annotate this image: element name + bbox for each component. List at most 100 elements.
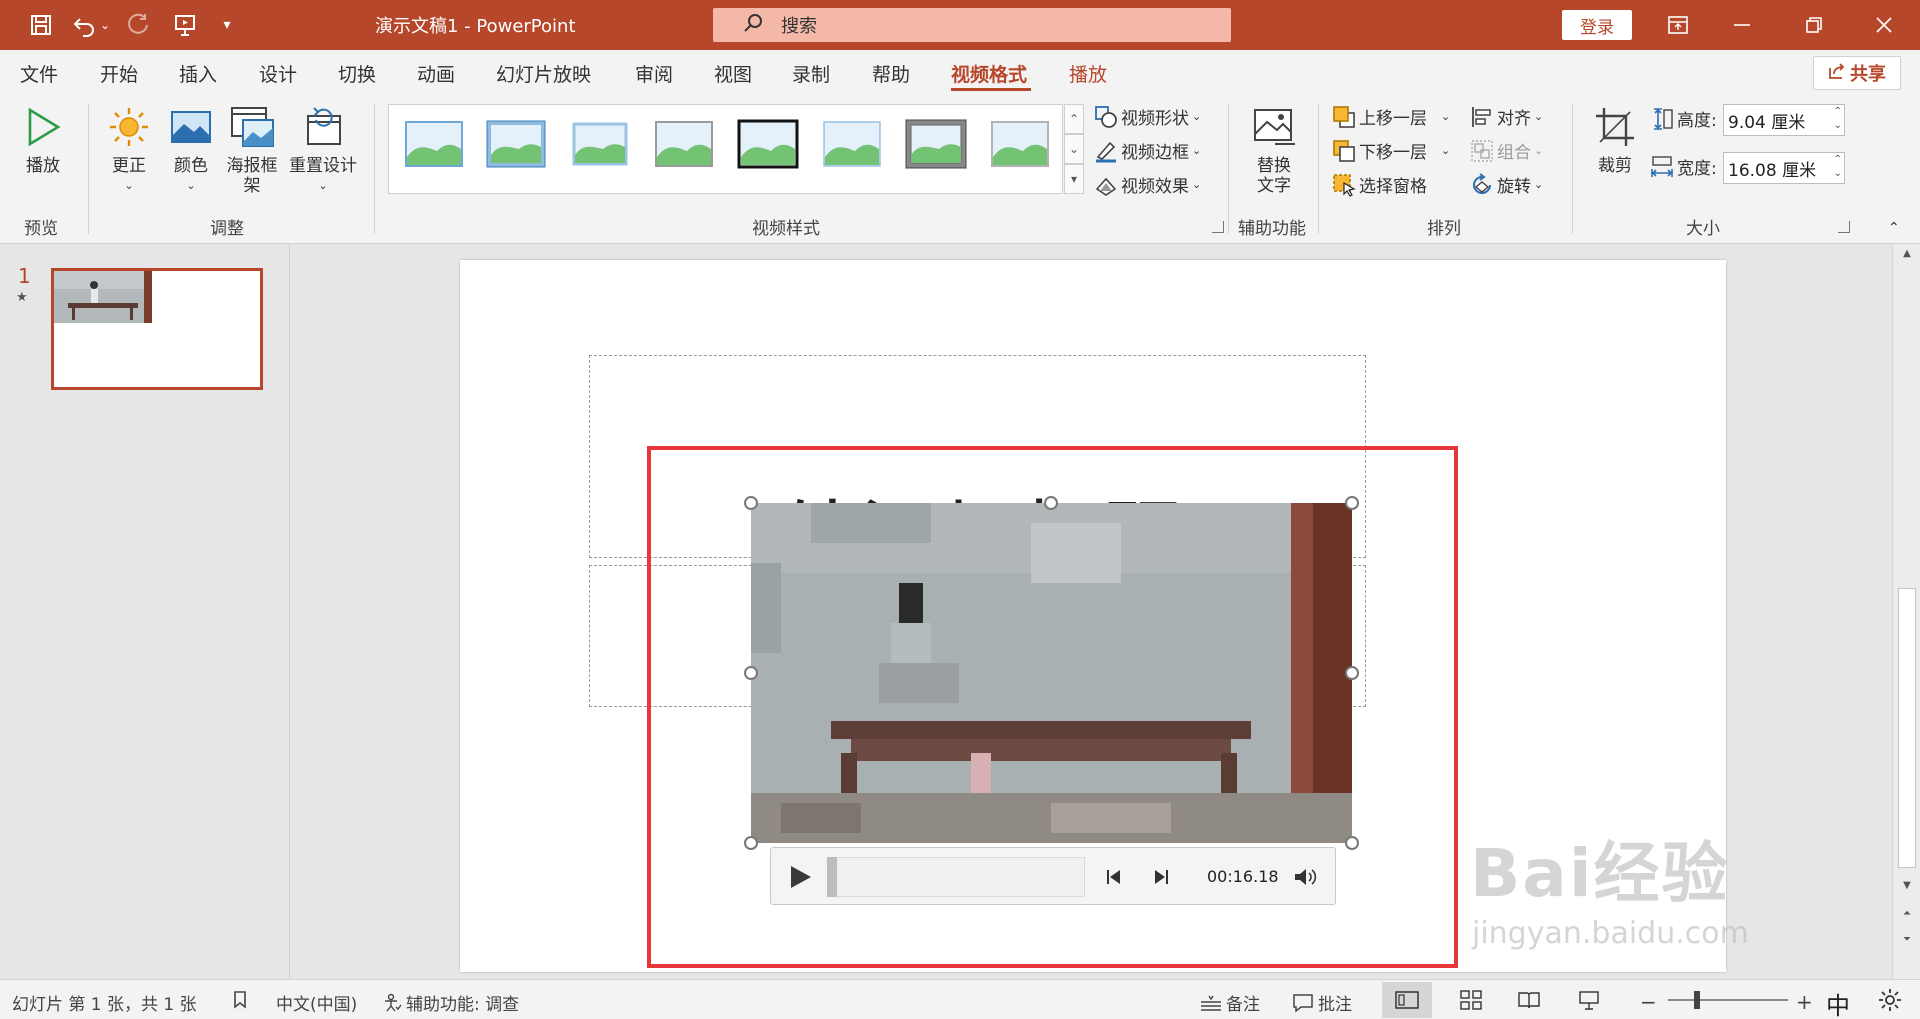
crop-button[interactable]: 裁剪 — [1590, 104, 1640, 176]
width-input[interactable]: 16.08 厘米 ⌃ ⌄ — [1723, 152, 1845, 184]
tab-review[interactable]: 审阅 — [635, 60, 673, 87]
tab-view[interactable]: 视图 — [714, 60, 752, 87]
width-spinner-icon[interactable]: ⌃ ⌄ — [1834, 153, 1842, 181]
ime-indicator[interactable]: 中 — [1826, 986, 1850, 1019]
spelling-check-icon[interactable] — [232, 990, 252, 1010]
group-label-adjust: 调整 — [210, 219, 244, 239]
video-style-thumbnail[interactable] — [905, 119, 967, 169]
rotate-button[interactable]: 旋转 ⌄ — [1470, 172, 1543, 197]
corrections-button[interactable]: 更正 ⌄ — [104, 104, 154, 196]
video-border-button[interactable]: 视频边框 ⌄ — [1094, 138, 1201, 163]
slide-count-status: 幻灯片 第 1 张，共 1 张 — [12, 995, 197, 1015]
tab-design[interactable]: 设计 — [259, 60, 297, 87]
restore-icon[interactable] — [1794, 9, 1834, 41]
previous-slide-icon[interactable]: ⏶ — [1898, 904, 1916, 922]
gear-icon[interactable] — [1878, 988, 1902, 1012]
ribbon-display-options-icon[interactable] — [1658, 9, 1698, 41]
language-status[interactable]: 中文(中国) — [276, 990, 357, 1015]
customize-toolbar-icon[interactable]: ▾ — [210, 8, 244, 42]
chevron-down-icon: ⌄ — [1441, 110, 1451, 123]
video-styles-dialog-launcher[interactable] — [1212, 221, 1224, 233]
height-spinner-icon[interactable]: ⌃ ⌄ — [1834, 105, 1842, 133]
tab-record[interactable]: 录制 — [792, 60, 830, 87]
poster-frame-button[interactable]: 海报框架 — [224, 104, 280, 196]
zoom-out-icon[interactable]: − — [1640, 990, 1657, 1014]
tab-insert[interactable]: 插入 — [179, 60, 217, 87]
tab-animations[interactable]: 动画 — [417, 60, 455, 87]
normal-view-button[interactable] — [1382, 982, 1432, 1018]
video-style-thumbnail[interactable] — [821, 119, 883, 169]
send-backward-button[interactable]: 下移一层 ⌄ — [1332, 138, 1450, 163]
gallery-scroll-down-icon[interactable]: ⌄ — [1064, 134, 1084, 164]
tab-video-format[interactable]: 视频格式 — [951, 60, 1027, 87]
video-style-thumbnail[interactable] — [485, 119, 547, 169]
zoom-in-icon[interactable]: + — [1796, 990, 1813, 1014]
collapse-ribbon-icon[interactable]: ⌃ — [1888, 220, 1900, 236]
gallery-scroll-up-icon[interactable]: ⌃ — [1064, 104, 1084, 134]
share-button[interactable]: 共享 — [1813, 56, 1901, 90]
slideshow-view-button[interactable] — [1578, 990, 1600, 1010]
play-button[interactable]: 播放 — [18, 104, 68, 176]
reading-view-button[interactable] — [1518, 990, 1540, 1010]
video-style-thumbnail[interactable] — [737, 119, 799, 169]
minimize-icon[interactable] — [1722, 9, 1762, 41]
zoom-slider[interactable] — [1668, 999, 1788, 1001]
slide-thumbnail[interactable] — [51, 268, 263, 390]
reset-design-icon — [307, 107, 341, 145]
scroll-down-icon[interactable]: ▼ — [1898, 876, 1916, 894]
save-icon[interactable] — [24, 8, 58, 42]
image-color-icon — [171, 111, 211, 143]
comments-button[interactable]: 批注 — [1292, 990, 1352, 1015]
size-dialog-launcher[interactable] — [1838, 221, 1850, 233]
reset-design-button[interactable]: 重置设计 ⌄ — [286, 104, 360, 196]
chevron-down-icon: ⌄ — [1192, 144, 1202, 157]
group-button[interactable]: 组合 ⌄ — [1470, 138, 1543, 163]
tab-transitions[interactable]: 切换 — [338, 60, 376, 87]
vertical-scrollbar[interactable]: ▲ ▼ ⏶ ⏷ — [1892, 244, 1920, 979]
alt-text-button[interactable]: 替换文字 — [1248, 104, 1300, 196]
undo-dropdown-icon[interactable]: ⌄ — [96, 8, 114, 42]
present-from-beginning-icon[interactable] — [168, 8, 202, 42]
tab-help[interactable]: 帮助 — [872, 60, 910, 87]
color-dropdown-icon: ⌄ — [186, 179, 196, 192]
zoom-slider-handle[interactable] — [1694, 991, 1700, 1009]
height-input[interactable]: 9.04 厘米 ⌃ ⌄ — [1723, 104, 1845, 136]
active-tab-indicator — [951, 88, 1031, 91]
search-box[interactable]: 搜索 — [713, 8, 1231, 42]
align-icon — [1472, 106, 1491, 127]
tab-file[interactable]: 文件 — [20, 60, 58, 87]
close-icon[interactable] — [1864, 9, 1904, 41]
next-slide-icon[interactable]: ⏷ — [1898, 930, 1916, 948]
watermark-url: jingyan.baidu.com — [1472, 916, 1749, 951]
video-style-thumbnail[interactable] — [569, 119, 631, 169]
tab-home[interactable]: 开始 — [100, 60, 138, 87]
notes-button[interactable]: 备注 — [1200, 990, 1260, 1015]
redo-icon[interactable] — [122, 8, 156, 42]
video-styles-gallery[interactable] — [388, 104, 1063, 194]
accessibility-status[interactable]: 辅助功能: 调查 — [382, 990, 519, 1015]
search-icon — [743, 13, 763, 38]
slide-sorter-button[interactable] — [1460, 990, 1482, 1010]
align-button[interactable]: 对齐 ⌄ — [1470, 104, 1543, 129]
scrollbar-thumb[interactable] — [1898, 588, 1916, 868]
search-placeholder: 搜索 — [781, 16, 817, 37]
scroll-up-icon[interactable]: ▲ — [1898, 244, 1916, 262]
video-effects-button[interactable]: 视频效果 ⌄ — [1094, 172, 1201, 197]
selection-pane-button[interactable]: 选择窗格 — [1332, 172, 1427, 197]
bring-forward-button[interactable]: 上移一层 ⌄ — [1332, 104, 1450, 129]
video-style-thumbnail[interactable] — [403, 119, 465, 169]
notes-icon — [1201, 995, 1221, 1011]
share-icon — [1828, 62, 1846, 85]
poster-frame-label: 海报框架 — [226, 156, 278, 196]
login-button[interactable]: 登录 — [1562, 10, 1632, 40]
tab-playback[interactable]: 播放 — [1069, 60, 1107, 87]
color-button[interactable]: 颜色 ⌄ — [166, 104, 216, 196]
video-shape-button[interactable]: 视频形状 ⌄ — [1094, 104, 1201, 129]
tab-slideshow[interactable]: 幻灯片放映 — [496, 60, 591, 87]
slide-thumbnail-pane: 1 ★ — [0, 244, 290, 979]
gallery-more-icon[interactable]: ▾ — [1064, 164, 1084, 194]
video-style-thumbnail[interactable] — [989, 119, 1051, 169]
chevron-down-icon: ⌄ — [1192, 178, 1202, 191]
pen-border-icon — [1096, 141, 1116, 162]
video-style-thumbnail[interactable] — [653, 119, 715, 169]
